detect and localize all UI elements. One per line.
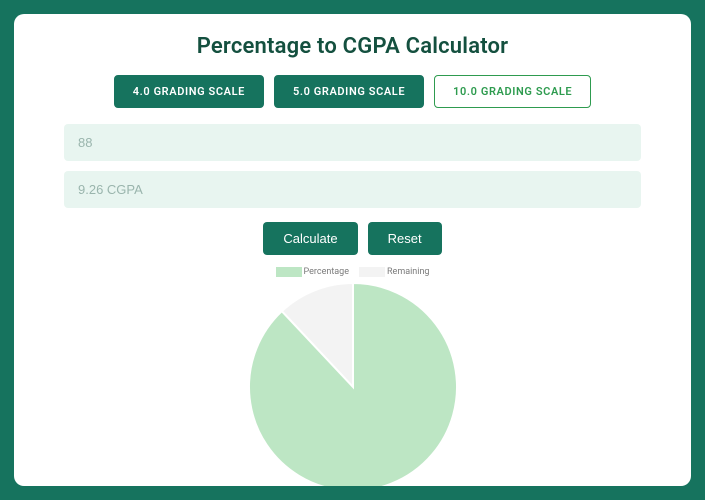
action-buttons: Calculate Reset	[263, 222, 441, 255]
reset-button[interactable]: Reset	[368, 222, 442, 255]
page-title: Percentage to CGPA Calculator	[197, 34, 509, 59]
tab-4-scale[interactable]: 4.0 GRADING SCALE	[114, 75, 264, 108]
legend-swatch-percentage	[276, 267, 302, 277]
pie-slice-percentage	[249, 283, 457, 486]
calculate-button[interactable]: Calculate	[263, 222, 357, 255]
legend-item-percentage: Percentage	[276, 267, 349, 277]
cgpa-output[interactable]	[64, 171, 641, 208]
tab-5-scale[interactable]: 5.0 GRADING SCALE	[274, 75, 424, 108]
calculator-card: Percentage to CGPA Calculator 4.0 GRADIN…	[14, 14, 691, 486]
grading-scale-tabs: 4.0 GRADING SCALE 5.0 GRADING SCALE 10.0…	[114, 75, 592, 108]
legend-item-remaining: Remaining	[359, 267, 429, 277]
legend-swatch-remaining	[359, 267, 385, 277]
legend-label-remaining: Remaining	[387, 267, 429, 277]
tab-10-scale[interactable]: 10.0 GRADING SCALE	[434, 75, 591, 108]
chart-legend: Percentage Remaining	[276, 267, 430, 277]
legend-label-percentage: Percentage	[304, 267, 349, 277]
pie-chart	[247, 281, 459, 486]
percentage-input[interactable]	[64, 124, 641, 161]
